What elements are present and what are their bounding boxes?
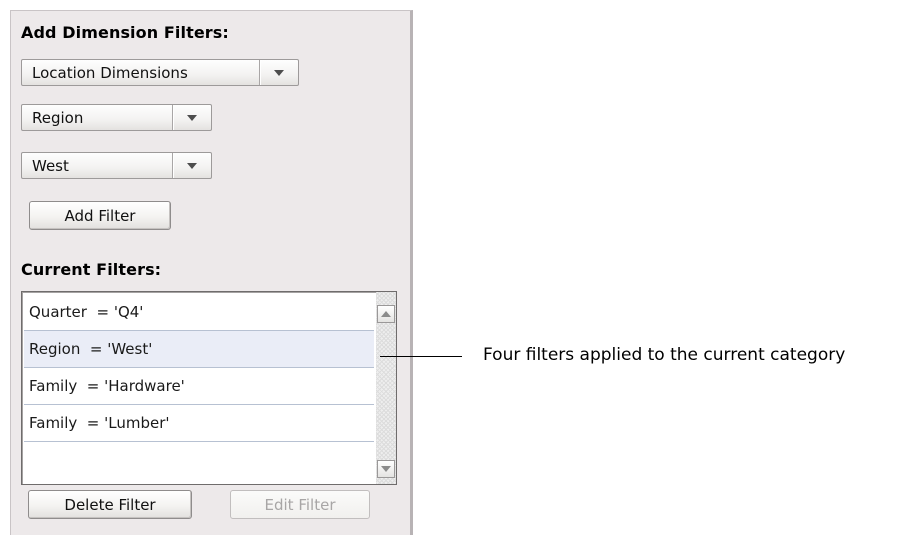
add-filter-button[interactable]: Add Filter: [29, 201, 171, 230]
scroll-up-button[interactable]: [377, 305, 395, 323]
callout-text: Four filters applied to the current cate…: [483, 345, 846, 365]
empty-list-row: [24, 442, 374, 479]
dimension-group-dropdown[interactable]: Location Dimensions: [21, 59, 299, 86]
filter-list-item-selected[interactable]: Region = 'West': [24, 331, 374, 368]
dropdown-button[interactable]: [172, 153, 211, 178]
scroll-down-arrow-icon: [381, 466, 391, 472]
chevron-down-icon: [187, 114, 197, 121]
add-dimension-filters-heading: Add Dimension Filters:: [21, 23, 229, 42]
chevron-down-icon: [274, 69, 284, 76]
filter-list-item[interactable]: Family = 'Hardware': [24, 368, 374, 405]
screenshot-stage: Add Dimension Filters: Location Dimensio…: [0, 0, 907, 535]
dropdown-button[interactable]: [259, 60, 298, 85]
callout-line: [380, 356, 462, 357]
scroll-down-button[interactable]: [377, 460, 395, 478]
scroll-up-arrow-icon: [381, 311, 391, 317]
chevron-down-icon: [187, 162, 197, 169]
filter-list-item[interactable]: Quarter = 'Q4': [24, 294, 374, 331]
dimension-value-selection: West: [32, 156, 69, 175]
dimension-group-value: Location Dimensions: [32, 63, 188, 82]
dimension-value-dropdown[interactable]: West: [21, 152, 212, 179]
dimension-value: Region: [32, 108, 84, 127]
edit-filter-button[interactable]: Edit Filter: [230, 490, 370, 519]
filter-rows: Quarter = 'Q4' Region = 'West' Family = …: [24, 294, 374, 479]
dropdown-button[interactable]: [172, 105, 211, 130]
list-scrollbar[interactable]: [376, 292, 396, 484]
dimension-dropdown[interactable]: Region: [21, 104, 212, 131]
current-filters-list[interactable]: Quarter = 'Q4' Region = 'West' Family = …: [21, 291, 397, 485]
delete-filter-button[interactable]: Delete Filter: [28, 490, 192, 519]
current-filters-heading: Current Filters:: [21, 260, 162, 279]
filter-list-item[interactable]: Family = 'Lumber': [24, 405, 374, 442]
